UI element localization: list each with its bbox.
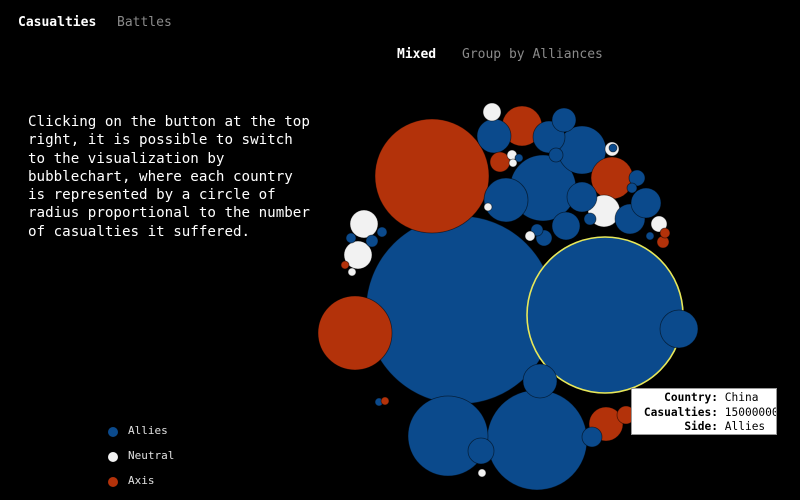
- country-bubble-allies[interactable]: [467, 437, 495, 465]
- country-bubble-axis[interactable]: [340, 260, 350, 270]
- country-bubble-neutral[interactable]: [508, 158, 518, 168]
- legend-label: Neutral: [128, 449, 175, 462]
- country-bubble-axis[interactable]: [659, 227, 671, 239]
- legend-dot-neutral: [108, 452, 118, 462]
- tooltip-row-side: Side: Allies: [632, 420, 776, 435]
- legend-dot-allies: [108, 427, 118, 437]
- country-bubble-allies[interactable]: [626, 182, 638, 194]
- country-tooltip: Country: China Casualties: 15000000 Side…: [631, 388, 777, 435]
- country-bubble-allies[interactable]: [407, 395, 489, 477]
- country-bubble-neutral[interactable]: [483, 202, 493, 212]
- country-bubble-allies[interactable]: [659, 309, 699, 349]
- tooltip-key: Casualties:: [643, 405, 718, 419]
- country-bubble-allies[interactable]: [645, 231, 655, 241]
- tooltip-value: 15000000: [724, 405, 776, 419]
- country-bubble-allies[interactable]: [522, 363, 558, 399]
- tooltip-key: Country:: [664, 391, 718, 404]
- country-bubble-neutral[interactable]: [524, 230, 536, 242]
- country-bubble-axis[interactable]: [317, 295, 393, 371]
- legend-label: Allies: [128, 424, 168, 437]
- country-bubble-allies[interactable]: [630, 187, 662, 219]
- country-bubble-allies[interactable]: [551, 211, 581, 241]
- country-bubble-neutral[interactable]: [482, 102, 502, 122]
- tooltip-row-country: Country: China: [632, 391, 776, 406]
- tooltip-key: Side:: [684, 420, 718, 434]
- tooltip-value: Allies: [724, 420, 766, 434]
- country-bubble-allies[interactable]: [345, 232, 357, 244]
- country-bubble-allies[interactable]: [486, 389, 588, 491]
- country-bubble-allies[interactable]: [566, 181, 598, 213]
- country-bubble-neutral[interactable]: [477, 468, 487, 478]
- country-bubble-allies[interactable]: [551, 107, 577, 133]
- country-bubble-allies[interactable]: [365, 234, 379, 248]
- country-bubble-axis[interactable]: [374, 118, 490, 234]
- country-bubble-allies[interactable]: [483, 177, 529, 223]
- country-bubble-axis[interactable]: [380, 396, 390, 406]
- country-bubble-allies[interactable]: [581, 426, 603, 448]
- country-bubble-allies[interactable]: [583, 212, 597, 226]
- country-bubble-axis[interactable]: [590, 156, 634, 200]
- tooltip-value: China: [724, 391, 759, 404]
- country-bubble-neutral[interactable]: [347, 267, 357, 277]
- legend-dot-axis: [108, 477, 118, 487]
- tooltip-row-casualties: Casualties: 15000000: [632, 406, 776, 421]
- country-bubble-allies[interactable]: [476, 118, 512, 154]
- visualization-stage: Casualties Battles Mixed Group by Allian…: [0, 0, 800, 500]
- legend-label: Axis: [128, 474, 155, 487]
- country-bubble-allies[interactable]: [608, 143, 618, 153]
- country-bubble-allies[interactable]: [548, 147, 564, 163]
- country-bubble-allies[interactable]: [376, 226, 388, 238]
